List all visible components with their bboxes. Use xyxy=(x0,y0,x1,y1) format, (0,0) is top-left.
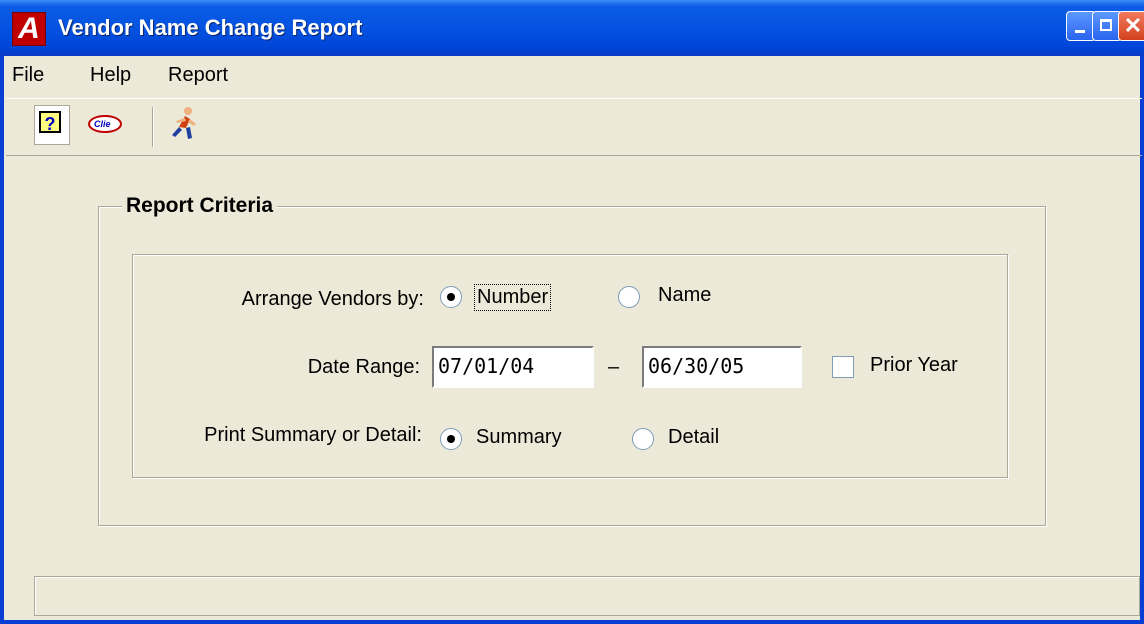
close-button[interactable]: ✕ xyxy=(1118,11,1144,41)
report-window: A Vendor Name Change Report ✕ File Help … xyxy=(0,0,1144,624)
prior-year-checkbox[interactable] xyxy=(832,356,854,378)
runner-icon xyxy=(172,107,196,139)
start-date-input[interactable]: 07/01/04 xyxy=(432,346,594,388)
print-summary-detail-label: Print Summary or Detail: xyxy=(204,424,422,446)
app-icon: A xyxy=(12,12,46,46)
menu-help[interactable]: Help xyxy=(90,64,131,87)
help-icon: ? xyxy=(39,111,61,134)
help-button[interactable]: ? xyxy=(34,105,70,145)
date-separator: – xyxy=(608,356,620,378)
menu-report[interactable]: Report xyxy=(168,64,228,87)
status-bar xyxy=(34,576,1140,616)
print-detail-radio[interactable] xyxy=(632,428,654,450)
arrange-name-radio[interactable] xyxy=(618,286,640,308)
report-criteria-legend: Report Criteria xyxy=(122,194,278,218)
logo-text: Clie xyxy=(94,119,111,129)
arrange-number-label[interactable]: Number xyxy=(474,284,552,311)
menu-bar: File Help Report xyxy=(4,56,1140,94)
client-logo-button[interactable]: Clie xyxy=(86,105,122,145)
arrange-name-label[interactable]: Name xyxy=(658,284,711,307)
title-bar[interactable]: A Vendor Name Change Report ✕ xyxy=(0,0,1144,56)
prior-year-label[interactable]: Prior Year xyxy=(870,354,958,377)
end-date-input[interactable]: 06/30/05 xyxy=(642,346,802,388)
maximize-icon xyxy=(1093,12,1121,40)
toolbar-separator xyxy=(152,107,154,147)
arrange-vendors-label: Arrange Vendors by: xyxy=(241,288,424,310)
arrange-number-radio[interactable] xyxy=(440,286,462,308)
print-summary-radio[interactable] xyxy=(440,428,462,450)
minimize-icon xyxy=(1067,12,1095,40)
print-detail-label[interactable]: Detail xyxy=(668,426,719,449)
run-report-button[interactable] xyxy=(166,105,202,145)
close-icon: ✕ xyxy=(1123,13,1143,38)
print-summary-label[interactable]: Summary xyxy=(476,426,562,449)
toolbar: ? Clie xyxy=(6,98,1142,156)
date-range-label: Date Range: xyxy=(307,356,420,378)
menu-file[interactable]: File xyxy=(12,64,44,87)
window-title: Vendor Name Change Report xyxy=(58,15,363,40)
